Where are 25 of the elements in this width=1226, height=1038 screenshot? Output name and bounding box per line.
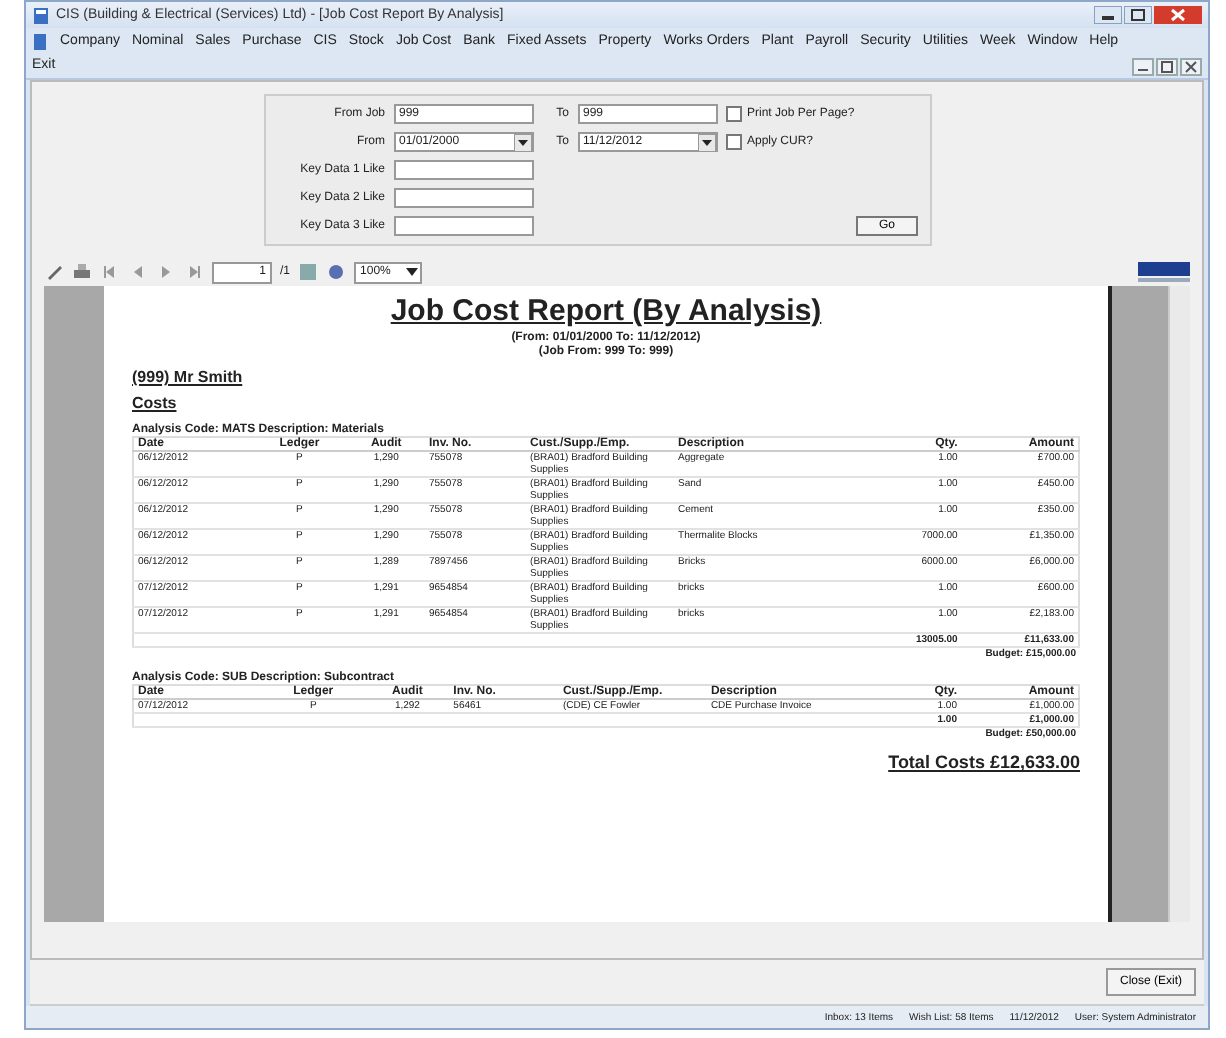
dropdown-arrow-icon	[404, 264, 421, 280]
first-page-icon[interactable]	[100, 262, 120, 282]
maximize-icon[interactable]	[1124, 6, 1152, 24]
job-heading: (999) Mr Smith	[132, 368, 245, 386]
print-icon[interactable]	[72, 262, 92, 282]
section-heading: Costs	[132, 394, 179, 412]
close-icon[interactable]	[1154, 6, 1202, 24]
input-field[interactable]	[393, 216, 533, 236]
app-icon	[32, 5, 50, 25]
input-field[interactable]	[393, 188, 533, 208]
scrollbar[interactable]	[1168, 286, 1190, 922]
total-costs: Total Costs £12,633.00	[886, 752, 1080, 772]
last-page-icon[interactable]	[184, 262, 204, 282]
checkbox[interactable]	[725, 134, 741, 150]
minimize-icon[interactable]	[1132, 58, 1154, 76]
minimize-icon[interactable]	[1094, 6, 1122, 24]
close-icon[interactable]	[1180, 58, 1202, 76]
report-title: Job Cost Report (By Analysis)	[388, 294, 824, 328]
dropdown-arrow-icon[interactable]	[697, 133, 715, 151]
app-icon	[32, 31, 48, 51]
dropdown-arrow-icon[interactable]	[513, 133, 531, 151]
logo-icon	[1138, 262, 1190, 282]
input-field[interactable]	[393, 160, 533, 180]
restore-icon[interactable]	[1156, 58, 1178, 76]
checkbox[interactable]	[725, 106, 741, 122]
